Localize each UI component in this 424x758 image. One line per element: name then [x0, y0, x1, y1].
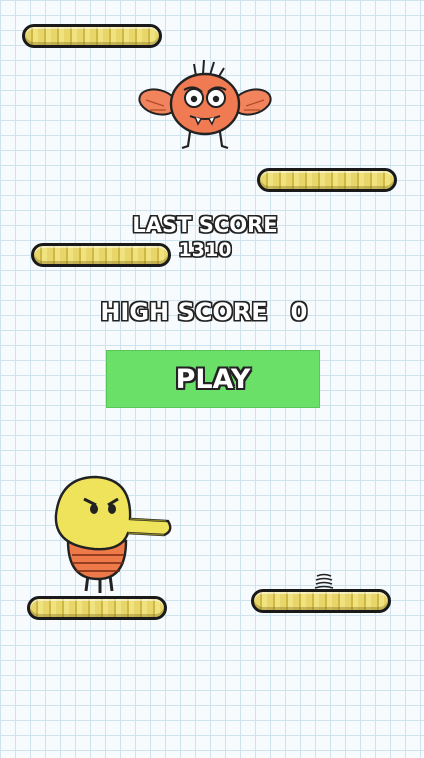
play-button-label: PLAY [175, 363, 251, 395]
platform [251, 589, 391, 613]
last-score-label: LAST SCORE [132, 213, 278, 237]
spring-sprite [314, 573, 334, 589]
platform [27, 596, 167, 620]
high-score-label: HIGH SCORE [100, 298, 268, 326]
last-score-value: 1310 [178, 239, 232, 261]
monster-sprite [138, 59, 272, 150]
doodler-sprite [54, 475, 172, 593]
play-button[interactable]: PLAY [106, 350, 320, 408]
platform [31, 243, 171, 267]
platform [257, 168, 397, 192]
platform [22, 24, 162, 48]
high-score-value: 0 [290, 298, 308, 326]
